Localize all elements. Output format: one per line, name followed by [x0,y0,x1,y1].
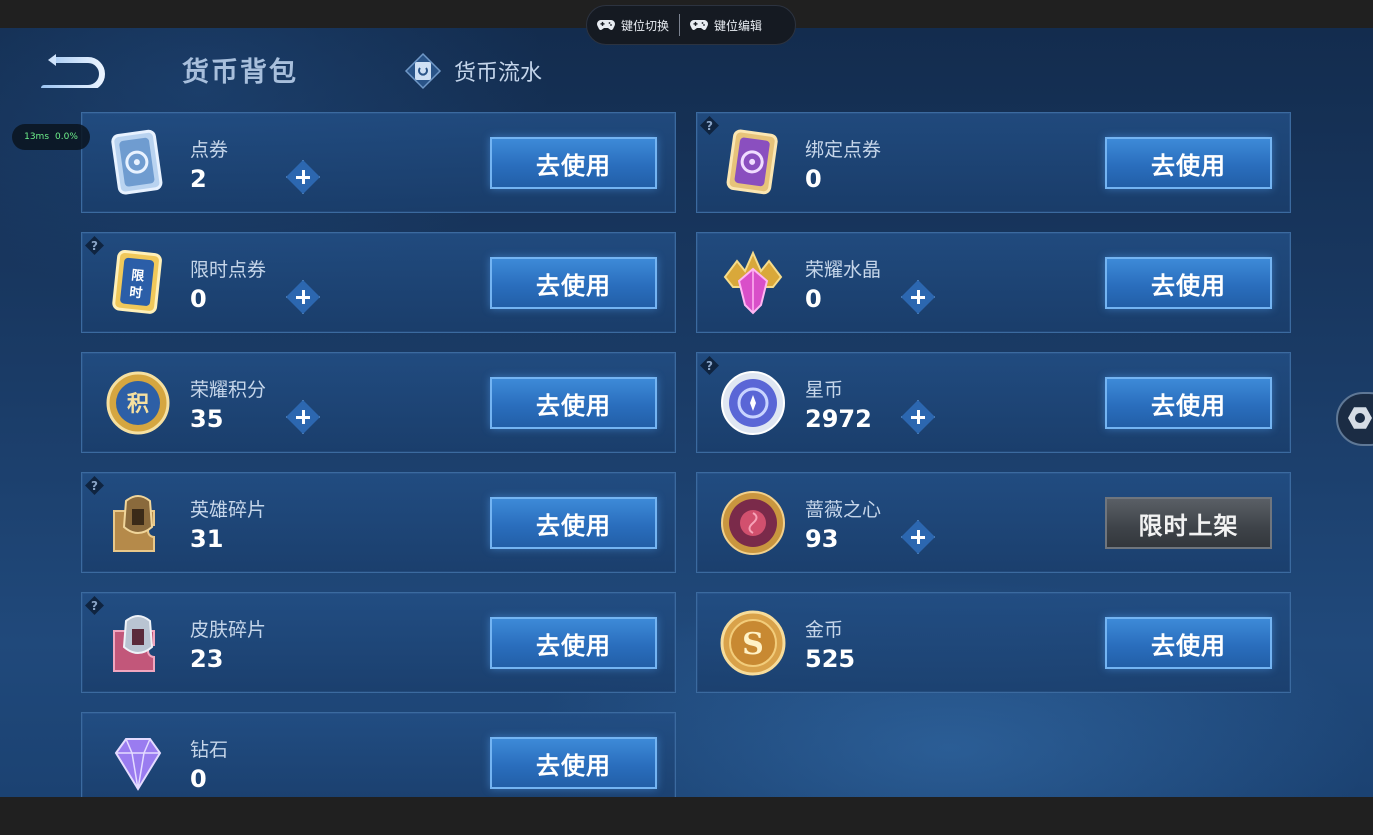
currency-amount: 31 [190,525,224,553]
currency-card-bangding: ? 绑定点券 0 去使用 [696,112,1291,213]
key-mapping-toolbar: 键位切换 键位编辑 [586,5,796,45]
flow-ticket-icon [404,52,442,90]
use-button[interactable]: 去使用 [490,257,657,309]
hero-shard-icon [113,495,155,552]
currency-card-yingxiong: ? 英雄碎片 31 去使用 [81,472,676,573]
currency-name: 限时点券 [190,259,267,281]
page-title: 货币背包 [182,57,298,88]
add-button[interactable] [901,280,935,314]
add-button[interactable] [286,160,320,194]
currency-amount: 0 [190,285,207,313]
loss-value: 0.0% [55,132,78,142]
currency-card-zuanshi: 钻石 0 去使用 [81,712,676,797]
key-edit-button[interactable]: 键位编辑 [680,6,772,44]
currency-name: 荣耀水晶 [805,259,882,281]
ticket-card-icon [111,129,163,195]
currency-card-shuijing: 荣耀水晶 0 去使用 [696,232,1291,333]
currency-name: 星币 [805,379,844,401]
latency-indicator: 13ms 0.0% [12,124,90,150]
gold-coin-icon: S [720,610,786,676]
add-button[interactable] [901,520,935,554]
emulator-bottom-bar [0,797,1373,835]
currency-amount: 0 [805,165,822,193]
gamepad-icon [597,20,615,30]
currency-amount: 2 [190,165,207,193]
currency-amount: 0 [805,285,822,313]
key-switch-button[interactable]: 键位切换 [587,6,679,44]
svg-text:限: 限 [130,268,145,284]
currency-name: 点券 [190,139,229,161]
currency-amount: 2972 [805,405,872,433]
back-arrow-icon[interactable] [36,52,108,88]
diamond-icon [114,738,162,791]
currency-card-jinbi: S 金币 525 去使用 [696,592,1291,693]
currency-card-pifu: ? 皮肤碎片 23 去使用 [81,592,676,693]
currency-amount: 93 [805,525,839,553]
currency-name: 蔷薇之心 [805,499,882,521]
limited-ticket-icon: 限 时 [112,249,162,314]
use-button[interactable]: 去使用 [1105,137,1272,189]
currency-card-qiangwei: 蔷薇之心 93 限时上架 [696,472,1291,573]
currency-card-xingbi: ? 星币 2972 去使用 [696,352,1291,453]
currency-flow-tab[interactable]: 货币流水 [404,52,542,90]
add-button[interactable] [286,400,320,434]
svg-text:S: S [742,627,764,662]
currency-name: 英雄碎片 [190,499,267,521]
svg-text:积: 积 [127,392,149,417]
currency-amount: 0 [190,765,207,793]
currency-card-jifen: 积 荣耀积分 35 去使用 [81,352,676,453]
currency-name: 荣耀积分 [190,379,267,401]
limited-time-button[interactable]: 限时上架 [1105,497,1272,549]
key-edit-label: 键位编辑 [714,18,763,33]
use-button[interactable]: 去使用 [490,617,657,669]
use-button[interactable]: 去使用 [1105,617,1272,669]
hexagon-nut-icon [1348,407,1372,429]
use-button[interactable]: 去使用 [1105,377,1272,429]
add-button[interactable] [286,280,320,314]
currency-card-xianshi: ? 限 时 限时点券 0 去使用 [81,232,676,333]
key-switch-label: 键位切换 [621,18,670,33]
bound-ticket-card-icon [726,129,778,195]
use-button[interactable]: 去使用 [490,737,657,789]
currency-amount: 525 [805,645,856,673]
star-coin-icon [721,371,785,435]
rose-heart-icon [721,491,785,555]
glory-crystal-icon [723,250,783,315]
use-button[interactable]: 去使用 [490,137,657,189]
currency-card-dianjuan: 点券 2 去使用 [81,112,676,213]
glory-points-icon: 积 [106,371,170,435]
currency-name: 钻石 [190,739,229,761]
use-button[interactable]: 去使用 [1105,257,1272,309]
floating-side-button[interactable] [1336,392,1373,446]
svg-text:时: 时 [129,284,144,301]
add-button[interactable] [901,400,935,434]
currency-name: 绑定点券 [805,139,882,161]
flow-tab-label: 货币流水 [454,61,543,86]
use-button[interactable]: 去使用 [490,497,657,549]
currency-amount: 35 [190,405,224,433]
currency-amount: 23 [190,645,224,673]
currency-name: 金币 [805,619,844,641]
latency-value: 13ms [24,132,50,142]
gamepad-icon [690,20,708,30]
skin-shard-icon [113,615,155,672]
use-button[interactable]: 去使用 [490,377,657,429]
game-screen: 货币背包 货币流水 点券 2 去使用 ? 绑定点券 0 去使用 ? 限 时 限时… [0,28,1373,797]
currency-name: 皮肤碎片 [190,619,267,641]
